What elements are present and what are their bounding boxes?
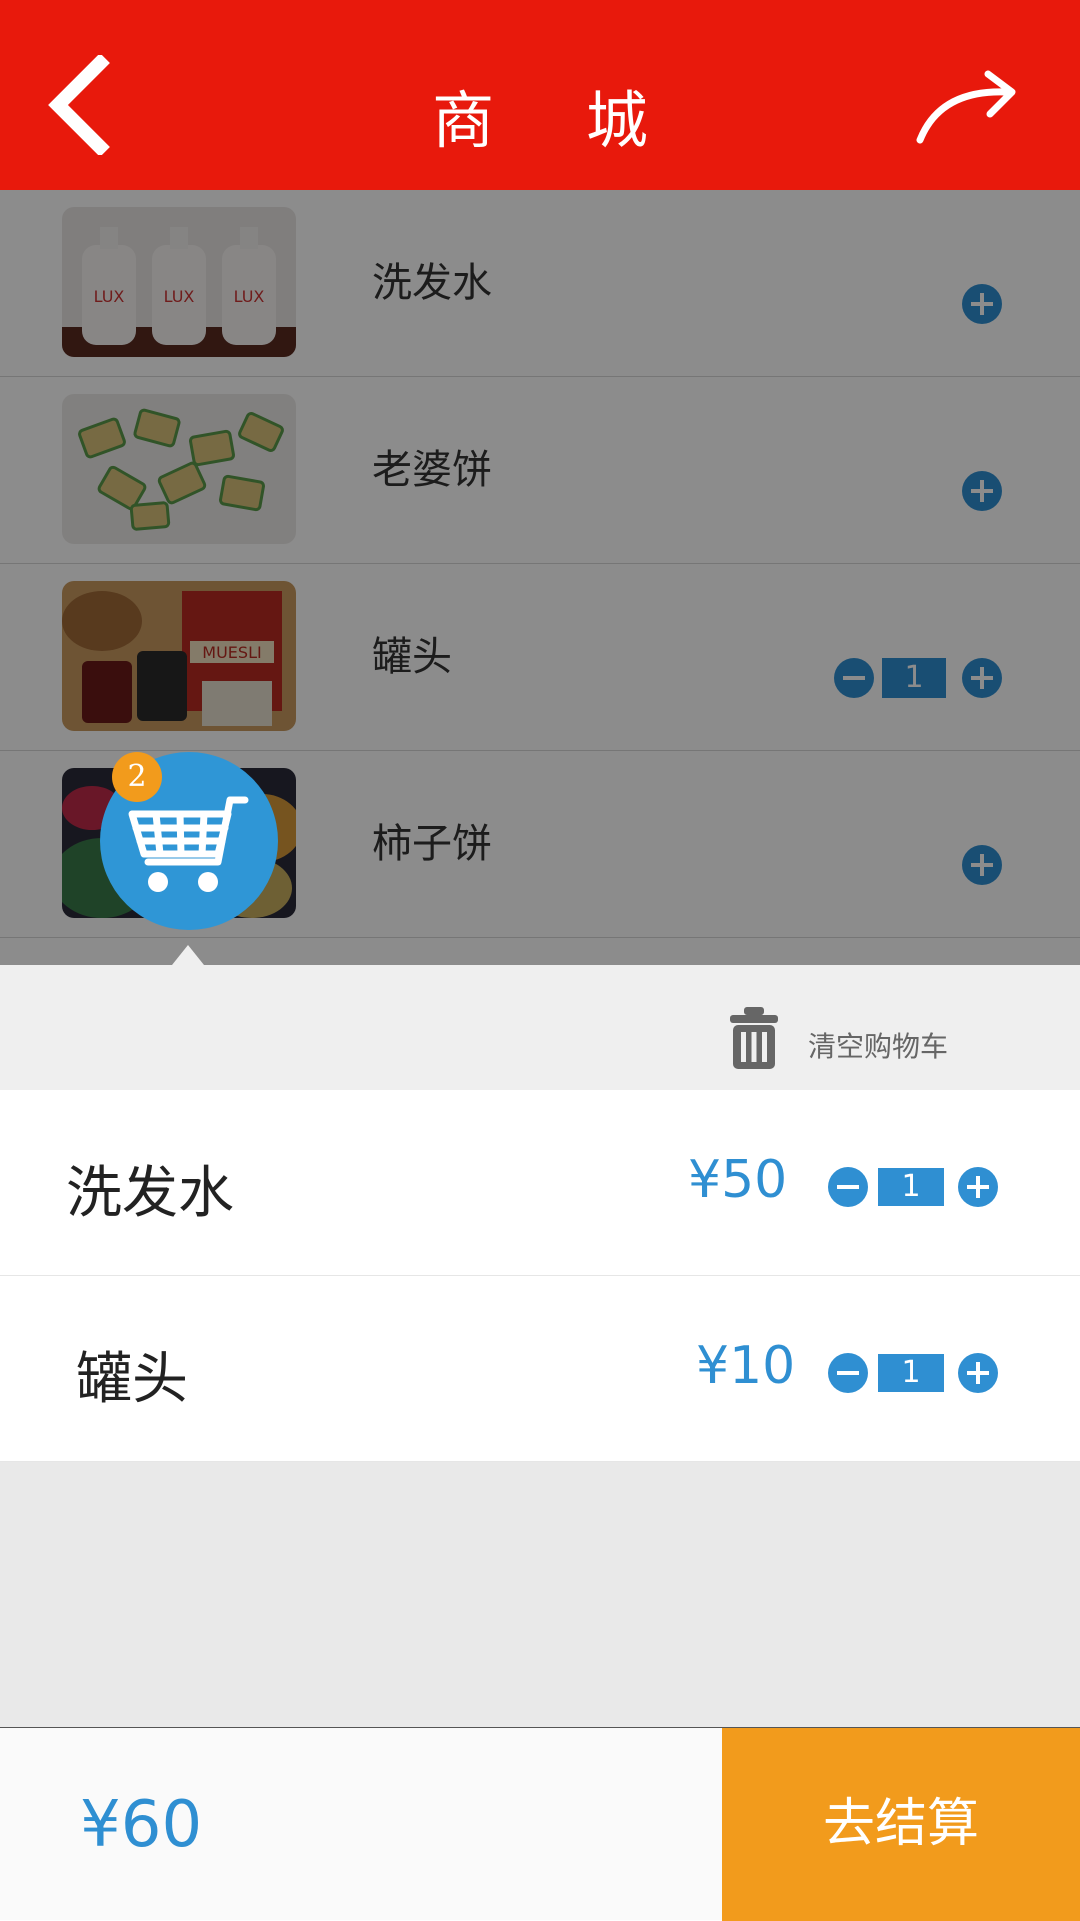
increase-quantity-button[interactable]	[958, 1167, 998, 1207]
cart-item-name: 洗发水	[66, 1161, 234, 1226]
trash-icon[interactable]	[728, 1005, 780, 1071]
increase-quantity-button[interactable]	[958, 1353, 998, 1393]
decrease-quantity-button[interactable]	[828, 1167, 868, 1207]
checkout-button[interactable]: 去结算	[722, 1728, 1080, 1921]
cart-panel-header: 清空购物车	[0, 965, 1080, 1090]
cart-item-name: 罐头	[76, 1347, 188, 1412]
cart-item-price: ¥10	[696, 1336, 796, 1396]
cart-panel: 清空购物车 洗发水 ¥50 1 罐头 ¥10 1	[0, 965, 1080, 1727]
quantity-value[interactable]: 1	[878, 1354, 944, 1392]
cart-item-price: ¥50	[688, 1150, 788, 1210]
quantity-value[interactable]: 1	[878, 1168, 944, 1206]
app-header: 商 城	[0, 0, 1080, 190]
cart-item: 洗发水 ¥50 1	[0, 1090, 1080, 1276]
clear-cart-button[interactable]: 清空购物车	[808, 1025, 948, 1065]
total-price: ¥60	[80, 1788, 203, 1862]
panel-pointer	[172, 945, 204, 965]
cart-item: 罐头 ¥10 1	[0, 1276, 1080, 1462]
decrease-quantity-button[interactable]	[828, 1353, 868, 1393]
share-arrow-icon[interactable]	[910, 70, 1030, 150]
cart-count-badge: 2	[112, 752, 162, 802]
checkout-bar: ¥60 去结算	[0, 1727, 1080, 1921]
